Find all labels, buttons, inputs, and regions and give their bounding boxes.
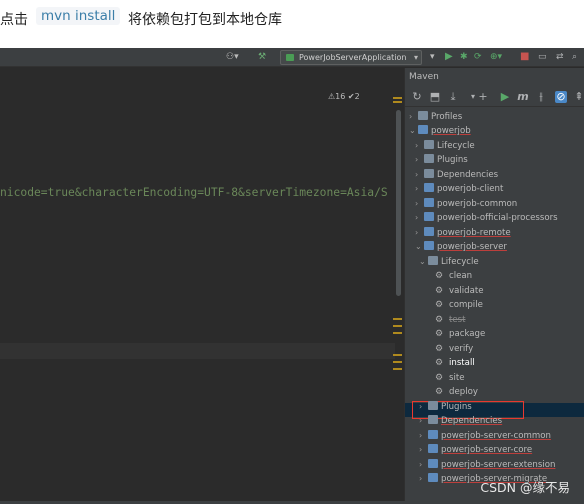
tree-item-powerjob[interactable]: ⌄ powerjob xyxy=(409,124,471,138)
skip-tests-icon[interactable]: ⊘ xyxy=(555,91,567,103)
warning-marker[interactable] xyxy=(393,361,402,363)
chevron-down-icon: ▾ xyxy=(413,53,418,62)
goal-test[interactable]: ⚙ test xyxy=(435,313,466,327)
tree-item-profiles[interactable]: › Profiles xyxy=(409,110,462,124)
profile-icon[interactable]: ⊕▾ xyxy=(490,50,502,64)
folder-icon xyxy=(428,256,438,265)
warning-marker[interactable] xyxy=(393,318,402,320)
tree-item-dependencies[interactable]: › Dependencies xyxy=(419,414,502,428)
reload-icon[interactable]: ↻ xyxy=(411,91,423,103)
current-line-highlight xyxy=(0,343,396,359)
gear-icon: ⚙ xyxy=(435,286,444,296)
module-icon xyxy=(428,459,438,468)
goal-deploy[interactable]: ⚙ deploy xyxy=(435,385,478,399)
goal-verify[interactable]: ⚙ verify xyxy=(435,342,473,356)
inspection-counts[interactable]: ⚠16 ✔2 xyxy=(328,92,360,101)
debug-icon[interactable]: ✱ xyxy=(460,50,468,64)
main-toolbar: ⚇▾ ⚒ PowerJobServerApplication ▾ ▾ ▶ ✱ ⟳… xyxy=(0,48,584,67)
tree-item-dependencies[interactable]: › Dependencies xyxy=(415,168,498,182)
caption: 点击 mvn install 将依赖包打包到本地仓库 xyxy=(0,0,584,48)
warning-marker[interactable] xyxy=(393,368,402,370)
add-icon[interactable]: + xyxy=(477,91,489,103)
gear-icon: ⚙ xyxy=(435,358,444,368)
toggle-offline-icon[interactable]: ⫲ xyxy=(535,91,547,103)
code-line[interactable]: nicode=true&characterEncoding=UTF-8&serv… xyxy=(0,186,388,199)
warning-marker[interactable] xyxy=(393,97,402,99)
layout-icon[interactable]: ▭ xyxy=(538,50,547,64)
tree-item-lifecycle[interactable]: › Lifecycle xyxy=(415,139,475,153)
user-icon[interactable]: ⚇▾ xyxy=(226,50,239,64)
warning-marker[interactable] xyxy=(393,325,402,327)
search-icon[interactable]: ⌕ xyxy=(572,50,577,64)
module-icon xyxy=(418,125,428,134)
tree-item-module[interactable]: › powerjob-remote xyxy=(415,226,511,240)
tree-item-powerjob-server[interactable]: ⌄ powerjob-server xyxy=(415,240,507,254)
caption-prefix: 点击 xyxy=(0,12,28,28)
generate-sources-icon[interactable]: ⬒ xyxy=(429,91,441,103)
tree-item-module[interactable]: › powerjob-server-common xyxy=(419,429,551,443)
download-icon[interactable]: ⤓ xyxy=(447,91,459,103)
run-icon[interactable]: ▶ xyxy=(445,50,453,64)
goal-compile[interactable]: ⚙ compile xyxy=(435,298,483,312)
run-icon[interactable]: ▶ xyxy=(499,91,511,103)
gear-icon: ⚙ xyxy=(435,387,444,397)
ide-window: ⚇▾ ⚒ PowerJobServerApplication ▾ ▾ ▶ ✱ ⟳… xyxy=(0,48,584,504)
maven-panel: Maven ↻ ⬒ ⤓ ▾ + ▶ m ⫲ ⊘ ⇞ › Profiles ⌄ pow… xyxy=(404,68,584,504)
editor-pane[interactable]: ⚠16 ✔2 nicode=true&characterEncoding=UTF… xyxy=(0,68,396,504)
tree-item-module[interactable]: › powerjob-official-processors xyxy=(415,211,558,225)
gear-icon: ⚙ xyxy=(435,300,444,310)
folder-icon xyxy=(424,140,434,149)
goal-install[interactable]: ⚙ install xyxy=(435,356,475,370)
goal-clean[interactable]: ⚙ clean xyxy=(435,269,472,283)
collapse-icon[interactable]: ⇞ xyxy=(573,91,584,103)
run-config-select[interactable]: PowerJobServerApplication ▾ xyxy=(280,50,422,65)
module-icon xyxy=(428,473,438,482)
module-icon xyxy=(424,183,434,192)
tree-item-module[interactable]: › powerjob-client xyxy=(415,182,503,196)
warning-marker[interactable] xyxy=(393,101,402,103)
module-icon xyxy=(428,444,438,453)
gear-icon: ⚙ xyxy=(435,329,444,339)
goal-package[interactable]: ⚙ package xyxy=(435,327,485,341)
goal-validate[interactable]: ⚙ validate xyxy=(435,284,484,298)
gear-icon: ⚙ xyxy=(435,315,444,325)
caption-suffix: 将依赖包打包到本地仓库 xyxy=(128,12,282,28)
tree-item-plugins[interactable]: › Plugins xyxy=(415,153,468,167)
app-icon xyxy=(286,54,294,61)
tree-item-module[interactable]: › powerjob-common xyxy=(415,197,517,211)
tree-item-plugins[interactable]: › Plugins xyxy=(419,400,472,414)
gear-icon: ⚙ xyxy=(435,373,444,383)
execute-goal-icon[interactable]: m xyxy=(517,91,529,103)
maven-title: Maven xyxy=(409,72,439,82)
stop-icon[interactable]: ■ xyxy=(520,50,529,64)
coverage-icon[interactable]: ⟳ xyxy=(474,50,482,64)
warning-marker[interactable] xyxy=(393,354,402,356)
translate-icon[interactable]: ⇄ xyxy=(556,50,564,64)
folder-icon xyxy=(428,401,438,410)
module-icon xyxy=(424,198,434,207)
module-icon xyxy=(424,227,434,236)
run-config-label: PowerJobServerApplication xyxy=(299,53,407,62)
gear-icon: ⚙ xyxy=(435,344,444,354)
tree-item-module[interactable]: › powerjob-server-extension xyxy=(419,458,555,472)
folder-icon xyxy=(428,415,438,424)
maven-toolbar: ↻ ⬒ ⤓ ▾ + ▶ m ⫲ ⊘ ⇞ xyxy=(405,88,584,107)
dropdown-icon[interactable]: ▾ xyxy=(430,50,435,64)
warning-marker[interactable] xyxy=(393,332,402,334)
folder-icon xyxy=(418,111,428,120)
module-icon xyxy=(428,430,438,439)
module-icon xyxy=(424,212,434,221)
caption-code: mvn install xyxy=(36,7,121,25)
folder-icon xyxy=(424,154,434,163)
scrollbar-thumb[interactable] xyxy=(396,110,401,296)
folder-icon xyxy=(424,169,434,178)
tree-item-lifecycle[interactable]: ⌄ Lifecycle xyxy=(419,255,479,269)
tree-item-module[interactable]: › powerjob-server-core xyxy=(419,443,532,457)
module-icon xyxy=(424,241,434,250)
gear-icon: ⚙ xyxy=(435,271,444,281)
goal-site[interactable]: ⚙ site xyxy=(435,371,465,385)
hammer-icon[interactable]: ⚒ xyxy=(258,50,266,64)
watermark: CSDN @缘不易 xyxy=(480,480,570,495)
